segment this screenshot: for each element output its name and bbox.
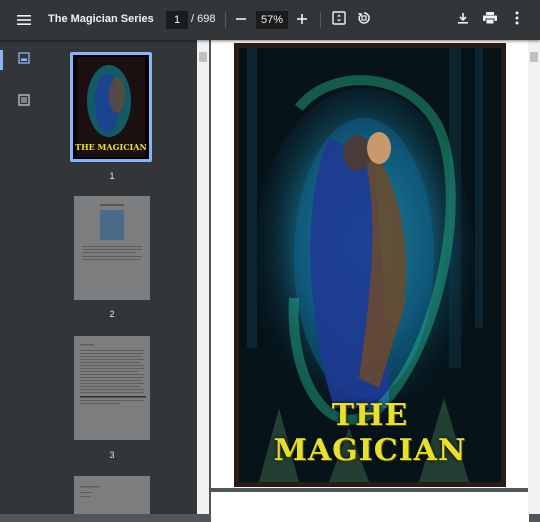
menu-icon[interactable] (10, 6, 38, 34)
zoom-in-button[interactable] (288, 6, 316, 34)
fit-page-icon (332, 10, 346, 30)
thumbnails-icon (18, 51, 30, 69)
pdf-page-1: THE MAGICIAN (211, 40, 529, 488)
thumbnail-label: 2 (109, 309, 115, 319)
download-icon (457, 11, 469, 29)
print-icon (483, 11, 497, 29)
pdf-toolbar: The Magician Series 1 / 698 57% (0, 0, 540, 40)
outline-icon (18, 93, 30, 111)
cover-title: THE MAGICIAN (273, 398, 467, 468)
viewer-scrollbar[interactable] (528, 40, 540, 514)
thumbnail-page-4[interactable] (74, 476, 150, 514)
thumbnail-page-3[interactable] (74, 336, 150, 440)
scrollbar-thumb[interactable] (530, 52, 538, 62)
scrollbar-thumb[interactable] (199, 52, 207, 62)
more-icon (515, 11, 519, 30)
cover-image: THE MAGICIAN (234, 43, 506, 487)
print-button[interactable] (476, 6, 504, 34)
toolbar-divider (225, 12, 226, 28)
page-number-input[interactable]: 1 (166, 11, 188, 29)
plus-icon (297, 11, 307, 29)
more-options-button[interactable] (503, 6, 531, 34)
pdf-page-2 (211, 492, 529, 522)
thumbnails-tab[interactable] (0, 48, 38, 72)
outline-tab[interactable] (10, 90, 38, 114)
document-title: The Magician Series (48, 13, 154, 25)
thumbnail-label: 3 (109, 450, 115, 460)
document-viewer[interactable]: THE MAGICIAN (209, 40, 540, 522)
minus-icon (236, 11, 246, 29)
fit-page-button[interactable] (325, 6, 353, 34)
zoom-input[interactable]: 57% (256, 11, 288, 29)
thumbnail-page-2[interactable] (74, 196, 150, 300)
download-button[interactable] (449, 6, 477, 34)
sidebar-scrollbar[interactable] (197, 40, 209, 514)
thumbnail-page-1[interactable]: THE MAGICIAN (70, 52, 152, 162)
rotate-button[interactable] (350, 6, 378, 34)
thumbnail-sidebar: THE MAGICIAN 1 2 3 (0, 40, 197, 514)
zoom-out-button[interactable] (227, 6, 255, 34)
thumbnail-label: 1 (109, 171, 115, 181)
cover-artwork: THE MAGICIAN (239, 48, 501, 482)
page-total: / 698 (191, 13, 216, 25)
svg-text:THE MAGICIAN: THE MAGICIAN (75, 142, 147, 152)
rotate-icon (357, 11, 371, 30)
toolbar-divider (320, 12, 321, 28)
